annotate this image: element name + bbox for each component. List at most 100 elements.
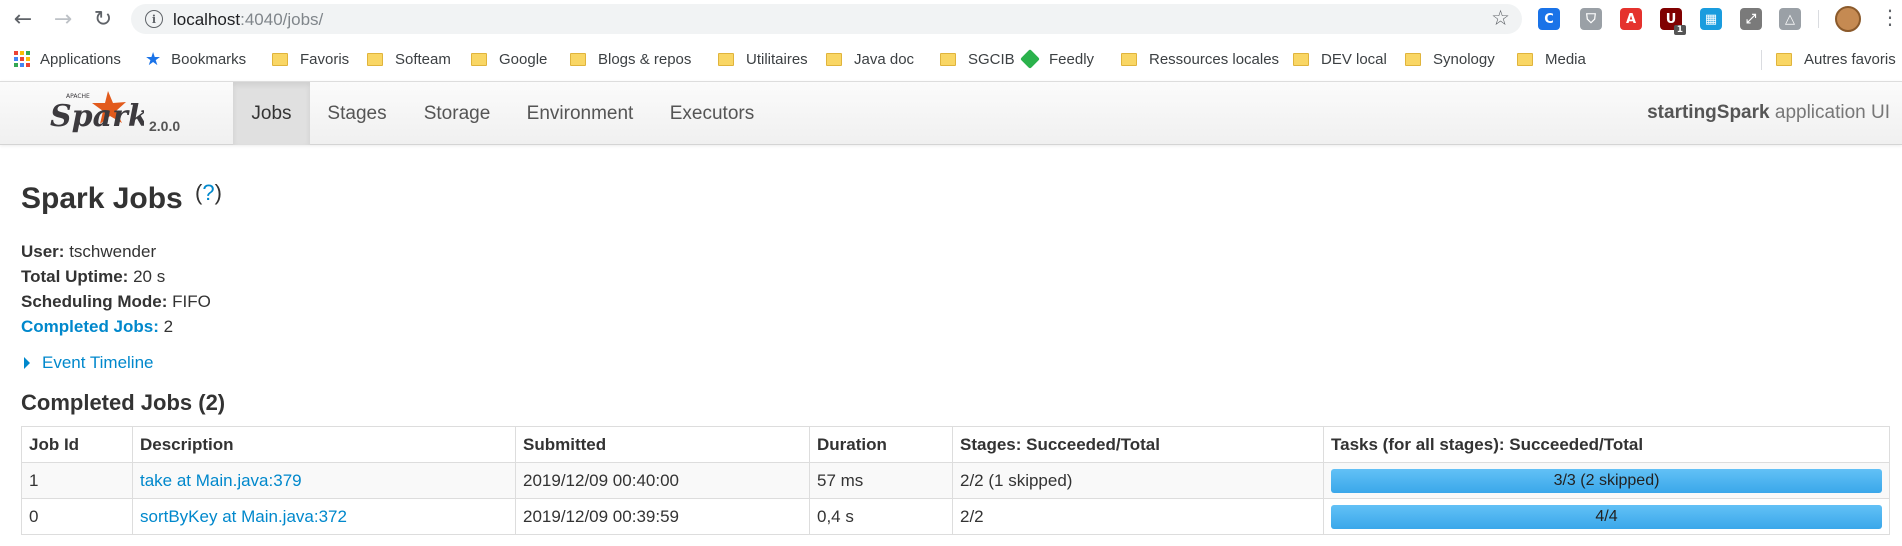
folder-icon [1121,52,1137,66]
job-id-cell: 0 [21,498,133,535]
screenshot-extension-icon[interactable]: ⤢ [1740,8,1762,30]
tab-jobs[interactable]: Jobs [233,82,310,145]
job-id-cell: 1 [21,462,133,499]
help-question-icon[interactable]: ? [202,180,214,205]
table-row: 0 sortByKey at Main.java:372 2019/12/09 … [21,498,1890,535]
tab-storage[interactable]: Storage [404,82,510,145]
stages-cell: 2/2 (1 skipped) [952,462,1324,499]
forward-arrow-icon[interactable]: → [50,6,76,32]
tab-stages[interactable]: Stages [310,82,404,145]
profile-avatar[interactable] [1835,6,1861,32]
page-title: Spark Jobs [21,182,183,215]
window-extension-icon[interactable]: ▦ [1700,8,1722,30]
star-icon: ★ [145,48,162,70]
summary-scheduling-mode: Scheduling Mode: FIFO [21,292,211,311]
bookmark-other-favorites[interactable]: Autres favoris [1776,49,1896,69]
site-info-icon[interactable]: i [145,10,163,28]
jobs-table: Job Id Description Submitted Duration St… [21,426,1890,535]
header-duration[interactable]: Duration [809,426,953,463]
svg-text:APACHE: APACHE [66,93,90,100]
header-job-id[interactable]: Job Id [21,426,133,463]
summary-uptime: Total Uptime: 20 s [21,267,166,286]
submitted-cell: 2019/12/09 00:39:59 [515,498,810,535]
feedly-icon [1020,49,1040,69]
tasks-progress-bar: 4/4 [1331,504,1882,529]
submitted-cell: 2019/12/09 00:40:00 [515,462,810,499]
duration-cell: 57 ms [809,462,953,499]
table-row: 1 take at Main.java:379 2019/12/09 00:40… [21,462,1890,499]
job-description-link[interactable]: sortByKey at Main.java:372 [140,507,347,526]
tasks-cell: 4/4 [1323,498,1890,535]
address-bar[interactable]: i localhost:4040/jobs/ ☆ [131,4,1522,34]
bookmark-item[interactable]: Java doc [826,49,914,69]
bookmark-item[interactable]: Google [471,49,547,69]
folder-icon [826,52,842,66]
completed-jobs-link[interactable]: Completed Jobs: [21,317,159,336]
bookmark-item[interactable]: ★ Bookmarks [145,48,246,70]
header-stages[interactable]: Stages: Succeeded/Total [952,426,1324,463]
caret-right-icon [24,357,30,369]
bookmark-item[interactable]: Feedly [1020,49,1094,69]
folder-icon [718,52,734,66]
folder-icon [940,52,956,66]
summary-user: User: tschwender [21,242,157,261]
folder-icon [1776,52,1792,66]
bookmarks-bar: Applications ★ Bookmarks Favoris Softeam Goo… [0,40,1902,78]
drive-extension-icon[interactable]: △ [1779,8,1801,30]
toolbar-separator [1818,10,1819,28]
progress-label: 3/3 (2 skipped) [1553,471,1660,489]
event-timeline-toggle[interactable]: Event Timeline [21,353,154,373]
folder-icon [367,52,383,66]
spark-navbar: Spark APACHE 2.0.0 Jobs Stages Storage E… [0,81,1902,145]
spark-logo[interactable]: Spark APACHE [44,86,144,140]
shield-extension-icon[interactable]: ⛉ [1580,8,1602,30]
header-submitted[interactable]: Submitted [515,426,810,463]
progress-label: 4/4 [1595,507,1618,525]
browser-toolbar: ← → ↻ i localhost:4040/jobs/ ☆ C ⛉ A U 1 ▦ ⤢ △ … [0,0,1902,37]
folder-icon [471,52,487,66]
bookmark-item[interactable]: Media [1517,49,1586,69]
stages-cell: 2/2 [952,498,1324,535]
folder-icon [272,52,288,66]
bookmark-item[interactable]: Softeam [367,49,451,69]
folder-icon [1517,52,1533,66]
back-arrow-icon[interactable]: ← [10,6,36,32]
acrobat-extension-icon[interactable]: A [1620,8,1642,30]
bookmark-star-icon[interactable]: ☆ [1491,6,1510,30]
completed-jobs-heading[interactable]: Completed Jobs (2) [21,390,225,416]
description-cell: take at Main.java:379 [132,462,516,499]
tab-executors[interactable]: Executors [650,82,774,145]
address-url[interactable]: localhost:4040/jobs/ [173,10,323,30]
extension-badge: 1 [1673,25,1686,35]
bookmark-item[interactable]: Synology [1405,49,1495,69]
tasks-progress-bar: 3/3 (2 skipped) [1331,468,1882,493]
help-link[interactable]: (?) [195,180,222,206]
header-tasks[interactable]: Tasks (for all stages): Succeeded/Total [1323,426,1890,463]
browser-menu-icon[interactable]: ⋮ [1880,5,1900,29]
duration-cell: 0,4 s [809,498,953,535]
job-description-link[interactable]: take at Main.java:379 [140,471,302,490]
bookmark-item[interactable]: DEV local [1293,49,1387,69]
tasks-cell: 3/3 (2 skipped) [1323,462,1890,499]
bookmark-item[interactable]: Blogs & repos [570,49,691,69]
ublock-extension-icon[interactable]: U1 [1660,8,1686,35]
bookmark-applications[interactable]: Applications [14,49,121,69]
apps-grid-icon [14,51,30,67]
spark-version: 2.0.0 [149,118,181,134]
folder-icon [1293,52,1309,66]
description-cell: sortByKey at Main.java:372 [132,498,516,535]
tab-environment[interactable]: Environment [510,82,650,145]
folder-icon [570,52,586,66]
bookmark-item[interactable]: Ressources locales [1121,49,1279,69]
svg-text:Spark: Spark [50,99,144,134]
bookmark-item[interactable]: Favoris [272,49,349,69]
application-title: startingSpark application UI [1647,102,1890,123]
header-description[interactable]: Description [132,426,516,463]
reload-icon[interactable]: ↻ [90,6,116,32]
bookmarks-separator [1761,50,1762,70]
bookmark-item[interactable]: SGCIB [940,49,1015,69]
table-header-row: Job Id Description Submitted Duration St… [21,426,1890,463]
refresh-extension-icon[interactable]: C [1538,8,1560,30]
folder-icon [1405,52,1421,66]
bookmark-item[interactable]: Utilitaires [718,49,808,69]
